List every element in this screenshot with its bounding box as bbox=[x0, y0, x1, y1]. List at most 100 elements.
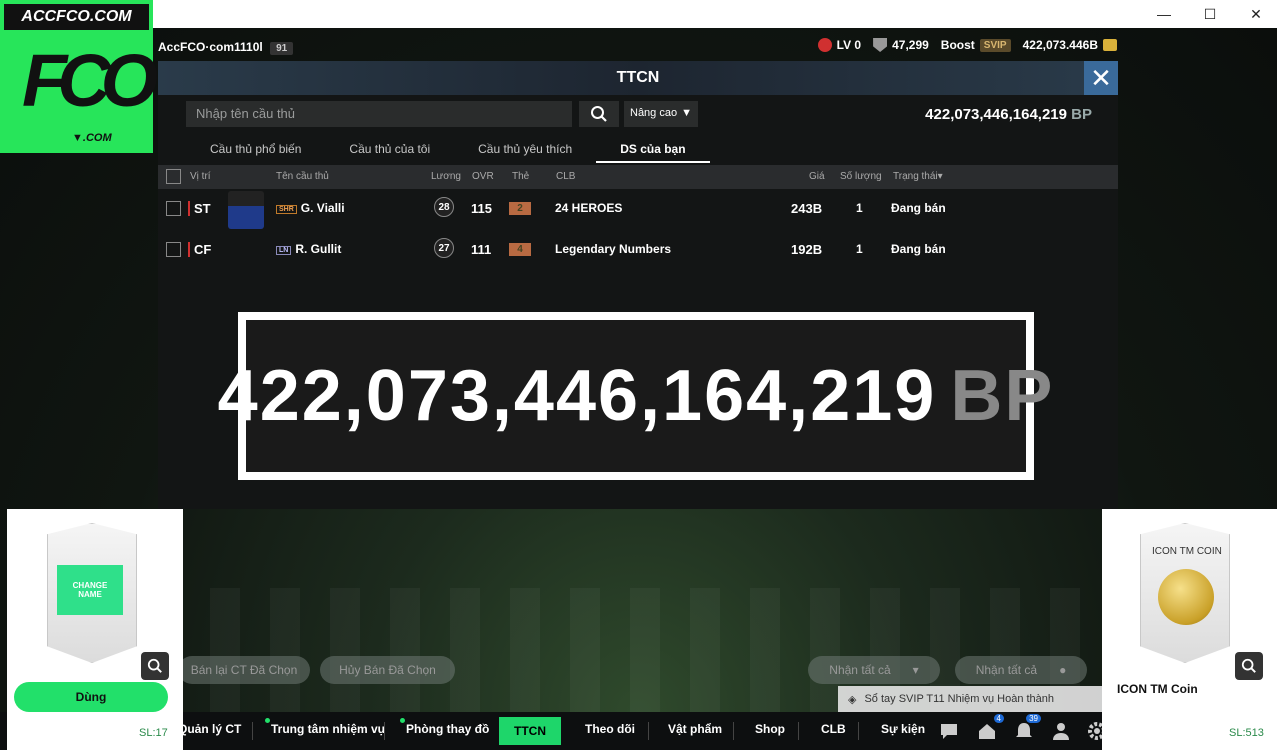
col-price[interactable]: Giá bbox=[809, 171, 825, 182]
advanced-label: Nâng cao bbox=[630, 107, 678, 119]
notification-bar[interactable]: ◈ Sổ tay SVIP T11 Nhiệm vụ Hoàn thành bbox=[838, 686, 1104, 712]
table-row[interactable]: ST SHR G. Vialli 28 115 2 24 HEROES 243B … bbox=[158, 189, 1118, 229]
change-name-text: CHANGE NAME bbox=[72, 581, 108, 599]
nav-squad[interactable]: Quản lý CT bbox=[178, 722, 241, 736]
nav-missions[interactable]: Trung tâm nhiệm vụ bbox=[264, 718, 385, 736]
shirt-icon: ▾ bbox=[912, 663, 919, 677]
nav-divider bbox=[648, 722, 649, 740]
coin-quantity: SL:513 bbox=[1229, 727, 1264, 739]
player-name-cell: SHR G. Vialli bbox=[276, 201, 345, 215]
row-checkbox[interactable] bbox=[166, 201, 181, 216]
nav-divider bbox=[733, 722, 734, 740]
app-window: — ☐ ✕ AccFCO·com1110l 91 LV 0 47,299 Boo… bbox=[0, 0, 1277, 750]
player-avatar bbox=[228, 191, 264, 229]
diamond-icon: ◈ bbox=[848, 693, 857, 706]
nav-items[interactable]: Vật phẩm bbox=[668, 722, 722, 736]
boost-label: Boost bbox=[940, 38, 975, 52]
claim-all-label: Nhận tất cả bbox=[829, 663, 891, 677]
account-name: AccFCO·com1110l 91 bbox=[158, 40, 294, 55]
player-price: 243B bbox=[791, 201, 823, 216]
title-bar: — ☐ ✕ bbox=[0, 0, 1277, 28]
home-icon[interactable]: 4 bbox=[976, 714, 1004, 742]
col-quantity[interactable]: Số lượng bbox=[840, 171, 882, 182]
change-name-ticket: CHANGE NAME bbox=[57, 565, 123, 615]
coin-card-title: ICON TM COIN bbox=[1152, 546, 1222, 557]
search-button[interactable] bbox=[579, 101, 619, 127]
player-name: G. Vialli bbox=[300, 201, 345, 215]
close-icon: ✕ bbox=[1090, 63, 1112, 93]
resell-selected-button[interactable]: Bán lại CT Đã Chọn bbox=[178, 656, 310, 684]
logo-brand-text: ACCFCO.COM bbox=[4, 4, 149, 30]
player-club: Legendary Numbers bbox=[555, 242, 672, 256]
advanced-dropdown[interactable]: Nâng cao ▼ bbox=[624, 101, 698, 127]
bell-icon[interactable]: 39 bbox=[1013, 714, 1041, 742]
panel-header: TTCN bbox=[158, 61, 1118, 95]
nav-watchlist[interactable]: Theo dõi bbox=[585, 722, 635, 736]
card-grade: 2 bbox=[509, 202, 531, 215]
gold-coin-icon bbox=[1158, 569, 1214, 625]
item-quantity: SL:17 bbox=[139, 727, 168, 739]
logo-mark: FCO bbox=[22, 39, 158, 122]
player-club: 24 HEROES bbox=[555, 201, 623, 215]
tab-my-list[interactable]: DS của bạn bbox=[596, 137, 710, 163]
zoom-balance-unit: BP bbox=[950, 356, 1055, 436]
table-row[interactable]: CF LN R. Gullit 27 111 4 Legendary Number… bbox=[158, 230, 1118, 270]
logo-sub-text: ▼.COM bbox=[72, 132, 112, 144]
boost-indicator[interactable]: Boost SVIP bbox=[941, 38, 1011, 52]
tab-bar: Cầu thủ phổ biến Cầu thủ của tôi Cầu thủ… bbox=[186, 137, 726, 163]
nav-locker-room[interactable]: Phòng thay đồ bbox=[399, 718, 489, 736]
use-item-button[interactable]: Dùng bbox=[14, 682, 168, 712]
tab-my-players[interactable]: Cầu thủ của tôi bbox=[325, 137, 454, 163]
shield-icon bbox=[873, 38, 888, 52]
search-input[interactable]: Nhập tên cầu thủ bbox=[186, 101, 572, 127]
nav-club[interactable]: CLB bbox=[821, 722, 846, 736]
col-position[interactable]: Vị trí bbox=[190, 171, 211, 182]
col-card[interactable]: Thẻ bbox=[512, 171, 529, 182]
tab-favorites[interactable]: Cầu thủ yêu thích bbox=[454, 137, 596, 163]
points-indicator[interactable]: 47,299 bbox=[873, 38, 929, 52]
col-status[interactable]: Trạng thái▾ bbox=[893, 171, 943, 182]
balance-zoom-inner: 422,073,446,164,219 BP bbox=[218, 320, 1052, 472]
svip-badge: SVIP bbox=[979, 38, 1011, 52]
nav-events[interactable]: Sự kiện bbox=[881, 722, 925, 736]
cancel-sale-button[interactable]: Hủy Bán Đã Chọn bbox=[320, 656, 455, 684]
panel-title: TTCN bbox=[616, 69, 660, 86]
claim-all-coins-label: Nhận tất cả bbox=[975, 663, 1038, 677]
player-quantity: 1 bbox=[856, 242, 863, 256]
player-status: Đang bán bbox=[891, 201, 946, 215]
player-ovr: 115 bbox=[471, 201, 492, 216]
tab-popular[interactable]: Cầu thủ phổ biến bbox=[186, 137, 325, 163]
col-club[interactable]: CLB bbox=[556, 171, 575, 182]
select-all-checkbox[interactable] bbox=[166, 169, 181, 184]
row-checkbox[interactable] bbox=[166, 242, 181, 257]
col-wage[interactable]: Lương bbox=[431, 171, 461, 182]
nav-transfer-market[interactable]: TTCN bbox=[499, 717, 561, 745]
profile-icon[interactable] bbox=[1050, 720, 1072, 742]
coin-icon bbox=[1103, 39, 1117, 51]
claim-all-coins-button[interactable]: Nhận tất cả ● bbox=[955, 656, 1087, 684]
col-ovr[interactable]: OVR bbox=[472, 171, 494, 182]
chat-icon[interactable] bbox=[938, 720, 960, 742]
level-badge: 91 bbox=[270, 42, 294, 55]
maximize-button[interactable]: ☐ bbox=[1187, 0, 1233, 28]
nav-divider bbox=[384, 722, 385, 740]
bp-balance: 422,073,446,164,219 BP bbox=[925, 106, 1092, 123]
card-grade: 4 bbox=[509, 243, 531, 256]
col-name[interactable]: Tên cầu thủ bbox=[276, 171, 329, 182]
close-panel-button[interactable]: ✕ bbox=[1084, 61, 1118, 95]
minimize-button[interactable]: — bbox=[1141, 0, 1187, 28]
brand-logo: ACCFCO.COM FCO ▼.COM bbox=[0, 0, 158, 153]
claim-all-button[interactable]: Nhận tất cả ▾ bbox=[808, 656, 940, 684]
player-position: CF bbox=[188, 242, 211, 257]
inspect-coin-button[interactable] bbox=[1235, 652, 1263, 680]
close-window-button[interactable]: ✕ bbox=[1233, 0, 1277, 28]
bp-indicator[interactable]: 422,073.446B bbox=[1023, 38, 1117, 52]
item-card-icon-coin: ICON TM COIN ICON TM Coin SL:513 bbox=[1102, 509, 1277, 750]
search-icon bbox=[147, 658, 162, 673]
inspect-item-button[interactable] bbox=[141, 652, 169, 680]
lv-indicator[interactable]: LV 0 bbox=[817, 38, 861, 52]
wage-badge: 28 bbox=[434, 197, 454, 217]
player-avatar bbox=[234, 232, 270, 270]
wage-badge: 27 bbox=[434, 238, 454, 258]
nav-shop[interactable]: Shop bbox=[755, 722, 785, 736]
